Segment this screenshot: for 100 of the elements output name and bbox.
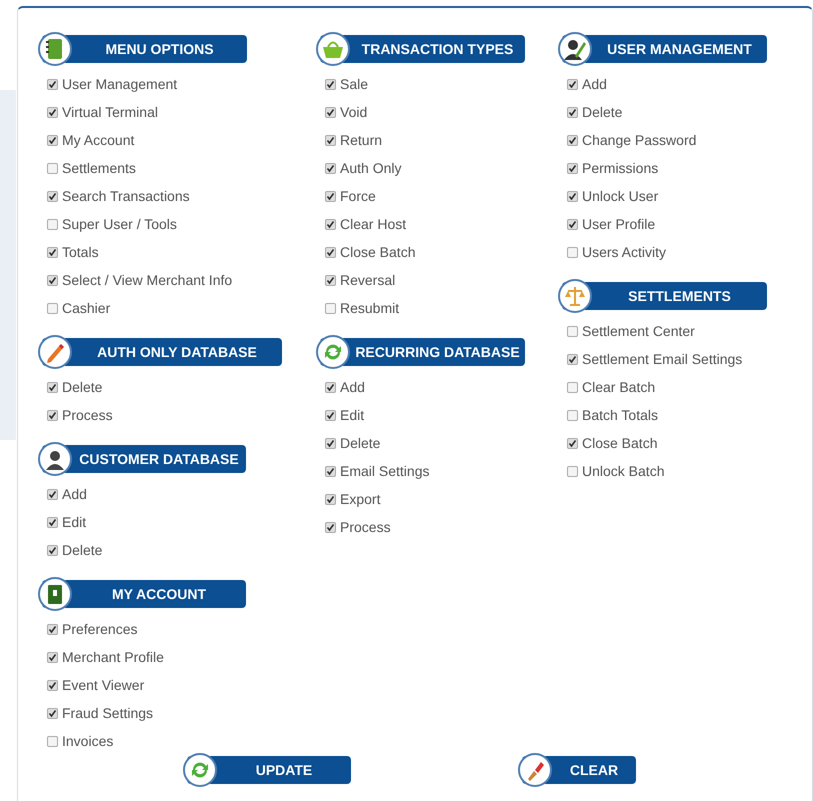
checkbox[interactable] [325, 162, 336, 174]
section-title: MENU OPTIONS [105, 40, 214, 58]
checkbox-label: Search Transactions [62, 186, 190, 206]
section-title: MY ACCOUNT [112, 584, 206, 604]
checkbox-label: Force [340, 186, 376, 206]
checkbox[interactable] [325, 494, 336, 504]
checkbox[interactable] [47, 652, 58, 662]
checkbox[interactable] [567, 354, 578, 364]
checkbox[interactable] [47, 134, 58, 146]
checkbox-label: Virtual Terminal [62, 102, 158, 122]
checkbox[interactable] [567, 466, 578, 476]
checkbox-label: Add [62, 484, 87, 504]
checkbox-label: Totals [62, 242, 99, 262]
checkbox-label: Return [340, 130, 382, 150]
checkbox-label: Cashier [62, 298, 110, 318]
checkbox[interactable] [567, 190, 578, 202]
checkbox-label: Permissions [582, 158, 658, 178]
checkbox-label: Invoices [62, 732, 114, 750]
checkbox[interactable] [325, 382, 336, 392]
section-title: RECURRING DATABASE [355, 342, 520, 362]
checkbox-label: Batch Totals [582, 406, 658, 424]
checkbox-label: Settlement Email Settings [582, 350, 742, 369]
checkbox[interactable] [47, 218, 58, 230]
checkbox[interactable] [325, 522, 336, 532]
checkbox[interactable] [325, 410, 336, 420]
checkbox-label: My Account [62, 130, 134, 150]
checkbox-label: Delete [582, 102, 622, 122]
checkbox-label: Change Password [582, 130, 696, 150]
section-title: AUTH ONLY DATABASE [97, 342, 257, 362]
checkbox-label: Auth Only [340, 158, 402, 178]
checkbox-label: Delete [340, 434, 380, 452]
checkbox[interactable] [325, 134, 336, 146]
checkbox-label: Select / View Merchant Info [62, 270, 232, 290]
checkbox[interactable] [567, 246, 578, 258]
checkbox-label: Add [582, 74, 607, 94]
checkbox-label: Sale [340, 74, 368, 94]
section-title: TRANSACTION TYPES [362, 40, 514, 58]
checkbox[interactable] [325, 218, 336, 230]
checkbox-label: User Management [62, 74, 178, 94]
checkbox[interactable] [47, 382, 58, 392]
section-title: USER MANAGEMENT [607, 40, 752, 58]
section-title: SETTLEMENTS [628, 286, 731, 306]
checkbox-label: Settlements [62, 158, 136, 178]
checkbox[interactable] [325, 438, 336, 448]
checkbox-label: Email Settings [340, 462, 430, 481]
checkbox-label: User Profile [582, 214, 656, 234]
checkbox[interactable] [567, 438, 578, 448]
checkbox[interactable] [325, 274, 336, 286]
checkbox[interactable] [325, 106, 336, 118]
checkbox-label: Resubmit [340, 298, 400, 318]
checkbox-label: Clear Batch [582, 378, 656, 396]
checkbox[interactable] [47, 106, 58, 118]
checkbox-label: Add [340, 378, 365, 396]
checkbox-label: Super User / Tools [62, 214, 177, 234]
checkbox-label: Fraud Settings [62, 704, 154, 723]
checkbox-label: Void [340, 102, 368, 122]
checkbox-label: Clear Host [340, 214, 406, 234]
checkbox[interactable] [325, 246, 336, 258]
checkbox[interactable] [47, 78, 58, 90]
checkbox[interactable] [47, 680, 58, 690]
checkbox[interactable] [567, 218, 578, 230]
checkbox[interactable] [325, 78, 336, 90]
checkbox[interactable] [47, 410, 58, 420]
checkbox-label: Edit [340, 406, 364, 424]
checkbox-label: Process [62, 406, 113, 424]
checkbox-label: Unlock User [582, 186, 658, 206]
checkbox[interactable] [567, 78, 578, 90]
checkbox[interactable] [47, 736, 58, 746]
checkbox[interactable] [567, 162, 578, 174]
checkbox-label: Close Batch [582, 434, 658, 452]
checkbox[interactable] [325, 190, 336, 202]
checkbox[interactable] [47, 302, 58, 314]
checkbox[interactable] [47, 544, 58, 556]
checkbox-label: Delete [62, 540, 102, 560]
scales-icon [563, 284, 587, 308]
checkbox[interactable] [325, 302, 336, 314]
checkbox[interactable] [567, 382, 578, 392]
checkbox[interactable] [567, 326, 578, 336]
checkbox[interactable] [567, 106, 578, 118]
checkbox[interactable] [47, 516, 58, 528]
checkbox[interactable] [567, 410, 578, 420]
checkbox-label: Merchant Profile [62, 648, 164, 666]
checkbox-label: Reversal [340, 270, 396, 290]
checkbox-label: Event Viewer [62, 676, 144, 694]
checkbox[interactable] [47, 624, 58, 634]
checkbox[interactable] [567, 134, 578, 146]
checkbox-label: Preferences [62, 620, 138, 638]
checkbox[interactable] [325, 466, 336, 476]
checkbox-label: Edit [62, 512, 86, 532]
checkbox[interactable] [47, 246, 58, 258]
checkbox[interactable] [47, 190, 58, 202]
checkbox-label: Settlement Center [582, 322, 695, 340]
checkbox[interactable] [47, 488, 58, 500]
checkbox[interactable] [47, 708, 58, 718]
checkbox-label: Close Batch [340, 242, 416, 262]
checkbox[interactable] [47, 274, 58, 286]
checkbox[interactable] [47, 162, 58, 174]
checkbox-label: Export [340, 490, 380, 509]
user-pen-icon [563, 37, 587, 61]
checkbox-label: Users Activity [582, 242, 666, 262]
